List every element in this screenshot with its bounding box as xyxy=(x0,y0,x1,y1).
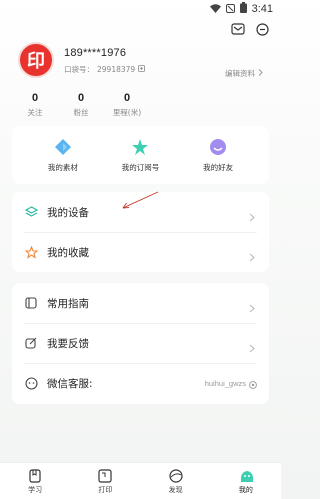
battery-icon xyxy=(239,2,247,16)
wechat-service-id: huihui_gwzs xyxy=(204,378,246,388)
stat-label: 关注 xyxy=(27,108,43,117)
stat-mileage[interactable]: 0 里程(米) xyxy=(104,92,150,118)
tab-label: 我的 xyxy=(238,485,253,494)
quick-link-label: 我的订阅号 xyxy=(121,162,160,172)
stat-value: 0 xyxy=(31,92,39,104)
chevron-right-icon xyxy=(249,247,257,262)
notification-off-icon xyxy=(225,3,235,16)
mail-icon[interactable] xyxy=(231,22,245,36)
material-icon xyxy=(54,138,72,156)
chevron-right-icon xyxy=(258,69,263,78)
wechat-service-icon xyxy=(24,376,38,390)
quick-link-label: 我的素材 xyxy=(47,162,78,172)
menu-item-label: 我要反馈 xyxy=(47,337,89,350)
devices-icon xyxy=(24,205,38,219)
guide-icon xyxy=(24,296,38,310)
avatar-glyph: 印 xyxy=(27,51,45,72)
edit-profile-link[interactable]: 编辑资料 xyxy=(225,68,263,79)
chevron-right-icon xyxy=(249,207,257,222)
pocket-id: 29918379 xyxy=(97,65,136,74)
copy-icon[interactable] xyxy=(249,374,257,393)
quick-link-label: 我的好友 xyxy=(203,162,234,172)
status-bar: 3:41 xyxy=(0,0,281,18)
menu-item-my-favorites[interactable]: 我的收藏 xyxy=(12,232,269,272)
quick-link-materials[interactable]: 我的素材 xyxy=(33,138,93,173)
annotation-arrow xyxy=(122,191,159,209)
user-phone: 189****1976 xyxy=(64,47,127,59)
tab-mine[interactable]: 我的 xyxy=(221,468,271,495)
stat-label: 里程(米) xyxy=(112,108,142,117)
tab-label: 打印 xyxy=(98,485,113,494)
quick-link-subscriptions[interactable]: 我的订阅号 xyxy=(110,138,170,173)
quick-links-card: 我的素材 我的订阅号 我的好友 xyxy=(12,126,269,184)
edit-profile-label: 编辑资料 xyxy=(225,69,255,78)
stat-following[interactable]: 0 关注 xyxy=(12,92,58,118)
menu-item-wechat-service[interactable]: 微信客服: huihui_gwzs xyxy=(12,363,269,403)
feedback-icon xyxy=(24,336,38,350)
tab-label: 发现 xyxy=(168,485,183,494)
friends-icon xyxy=(209,138,227,156)
menu-item-feedback[interactable]: 我要反馈 xyxy=(12,323,269,363)
bottom-tab-bar: 学习 打印 发现 我的 xyxy=(0,462,281,499)
stat-label: 粉丝 xyxy=(73,108,89,117)
pocket-label: 口袋号： xyxy=(64,65,94,74)
menu-card-help: 常用指南 我要反馈 微信客服: huihui_gwzs xyxy=(12,283,269,404)
chevron-right-icon xyxy=(249,338,257,353)
profile-header: 印 189****1976 口袋号： 29918379 编辑资料 xyxy=(18,42,267,82)
tab-print[interactable]: 打印 xyxy=(80,468,130,495)
stat-value: 0 xyxy=(123,92,131,104)
top-actions xyxy=(231,22,269,36)
stat-value: 0 xyxy=(77,92,85,104)
wifi-icon xyxy=(209,3,221,16)
print-icon xyxy=(98,468,112,483)
copy-icon[interactable] xyxy=(138,65,146,74)
mine-icon xyxy=(239,468,253,482)
stats-row: 0 关注 0 粉丝 0 里程(米) xyxy=(12,92,150,118)
quick-link-friends[interactable]: 我的好友 xyxy=(188,138,248,173)
menu-item-guide[interactable]: 常用指南 xyxy=(12,283,269,323)
pocket-id-row: 口袋号： 29918379 xyxy=(64,64,146,75)
favorites-icon xyxy=(24,245,38,259)
avatar[interactable]: 印 xyxy=(18,42,54,78)
status-time: 3:41 xyxy=(251,3,273,15)
chevron-right-icon xyxy=(249,298,257,313)
tab-study[interactable]: 学习 xyxy=(10,468,60,495)
study-icon xyxy=(28,468,42,483)
tab-discover[interactable]: 发现 xyxy=(151,468,201,495)
more-icon[interactable] xyxy=(255,22,269,36)
stat-followers[interactable]: 0 粉丝 xyxy=(58,92,104,118)
tab-label: 学习 xyxy=(28,485,43,494)
menu-item-label: 微信客服: xyxy=(47,377,93,390)
menu-item-label: 我的收藏 xyxy=(47,246,89,259)
discover-icon xyxy=(169,468,183,483)
menu-item-label: 常用指南 xyxy=(47,297,89,310)
subscription-icon xyxy=(131,138,149,156)
